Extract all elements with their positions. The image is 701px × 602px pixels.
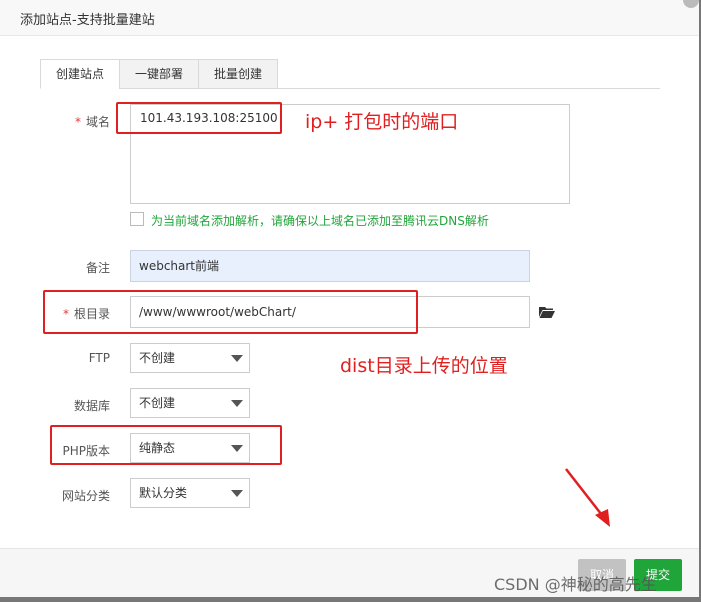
required-mark: * <box>74 115 81 129</box>
database-select[interactable]: 不创建 <box>130 388 250 418</box>
dns-checkbox[interactable] <box>130 212 144 226</box>
site-category-select[interactable]: 默认分类 <box>130 478 250 508</box>
domain-highlight-box <box>116 102 282 134</box>
database-select-value: 不创建 <box>139 396 176 410</box>
domain-label-text: 域名 <box>85 115 110 129</box>
domain-annotation: ip+ 打包时的端口 <box>305 111 459 133</box>
dialog-title: 添加站点-支持批量建站 <box>20 13 155 28</box>
chevron-down-icon <box>231 490 243 497</box>
domain-label: * 域名 <box>0 113 110 130</box>
folder-open-icon[interactable] <box>539 306 555 318</box>
dns-checkbox-label: 为当前域名添加解析，请确保以上域名已添加至腾讯云DNS解析 <box>151 214 489 228</box>
site-category-label: 网站分类 <box>61 489 110 503</box>
php-version-highlight-box <box>50 425 282 465</box>
database-label: 数据库 <box>73 399 110 413</box>
ftp-label: FTP <box>88 351 110 365</box>
dialog-titlebar: 添加站点-支持批量建站 <box>0 0 701 36</box>
ftp-select-value: 不创建 <box>139 351 176 365</box>
site-category-select-value: 默认分类 <box>139 486 188 500</box>
add-site-dialog: 添加站点-支持批量建站 创建站点 一键部署 批量创建 * 域名 101.43.19… <box>0 0 701 602</box>
root-dir-highlight-box <box>43 290 418 334</box>
watermark: CSDN @神秘的高先生 <box>494 575 657 594</box>
chevron-down-icon <box>231 355 243 362</box>
tab-batch-create[interactable]: 批量创建 <box>198 59 278 89</box>
remark-input[interactable]: webchart前端 <box>130 250 530 282</box>
tab-one-click-deploy[interactable]: 一键部署 <box>119 59 199 89</box>
tab-bar: 创建站点 一键部署 批量创建 <box>40 59 660 89</box>
tab-create-site[interactable]: 创建站点 <box>40 59 120 89</box>
arrow-icon <box>565 468 610 527</box>
bottom-strip <box>0 597 701 602</box>
dist-annotation: dist目录上传的位置 <box>340 355 508 377</box>
chevron-down-icon <box>231 400 243 407</box>
ftp-select[interactable]: 不创建 <box>130 343 250 373</box>
remark-label: 备注 <box>85 261 110 275</box>
